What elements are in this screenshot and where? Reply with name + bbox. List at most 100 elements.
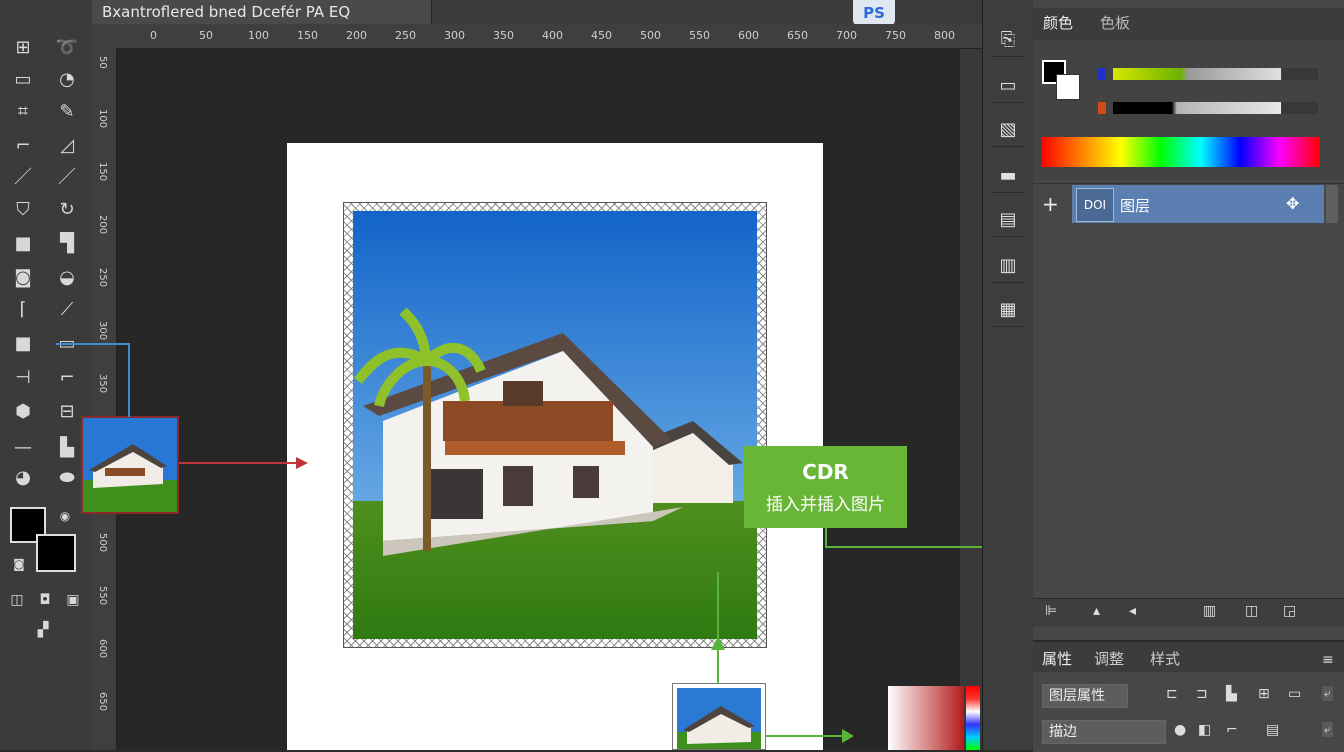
pen-icon[interactable]: ◿ bbox=[54, 134, 80, 158]
slice-icon[interactable]: ⌐ bbox=[10, 134, 36, 158]
fill-icon[interactable]: ▤ bbox=[1266, 722, 1279, 738]
layers-footer: ⊫ ▴ ◂ ▥ ◫ ◲ bbox=[1033, 598, 1344, 627]
tab-adjustments[interactable]: 调整 bbox=[1094, 648, 1124, 669]
color-slider-2[interactable] bbox=[1113, 102, 1281, 114]
stroke-style-icon[interactable]: ◧ bbox=[1198, 722, 1211, 738]
expand-icon-2[interactable]: ⤶ bbox=[1322, 722, 1333, 737]
vertical-scrollbar[interactable] bbox=[960, 49, 982, 750]
swap-colors-icon[interactable]: ◉ bbox=[52, 504, 78, 528]
link-layers-icon[interactable]: ⊫ bbox=[1045, 603, 1057, 619]
mask-icon[interactable]: ◂ bbox=[1129, 603, 1136, 619]
lasso-icon[interactable]: ➰ bbox=[54, 36, 80, 60]
property-field-2[interactable]: 描边 bbox=[1042, 720, 1166, 744]
align-left-icon[interactable]: ⊏ bbox=[1166, 686, 1178, 702]
pencil-icon[interactable]: ／ bbox=[54, 166, 80, 190]
callout-title: CDR bbox=[802, 460, 849, 484]
stamp-icon[interactable]: ⛉ bbox=[10, 198, 36, 222]
layer-options-icon[interactable]: ✥ bbox=[1286, 194, 1299, 213]
align-center-icon[interactable]: ⊐ bbox=[1196, 686, 1208, 702]
color-slider-1[interactable] bbox=[1113, 68, 1281, 80]
app-badge[interactable]: PS bbox=[853, 0, 895, 26]
green-arrow-up-head bbox=[711, 636, 725, 650]
document-tab[interactable]: Bxantroflered bned Dcefér PA EQ bbox=[92, 0, 432, 24]
layer-thumbnail[interactable]: DOI bbox=[1076, 188, 1114, 222]
source-thumbnail[interactable] bbox=[81, 416, 179, 514]
standard-mode-icon[interactable]: ◫ bbox=[4, 588, 30, 612]
panel-bg-swatch[interactable] bbox=[1056, 74, 1080, 100]
marquee-icon[interactable]: ▭ bbox=[10, 68, 36, 92]
transform-icon[interactable]: ▭ bbox=[1288, 686, 1301, 702]
tab-color[interactable]: 颜色 bbox=[1043, 12, 1073, 33]
layers-scrollbar[interactable] bbox=[1326, 185, 1338, 223]
shape-icon[interactable]: ■ bbox=[10, 332, 36, 356]
magic-wand-icon[interactable]: ◔ bbox=[54, 68, 80, 92]
note-icon[interactable]: ▙ bbox=[54, 436, 80, 460]
zoom-icon[interactable]: ⌐ bbox=[54, 366, 80, 390]
hand-icon[interactable]: ⊣ bbox=[10, 366, 36, 390]
layers-panel bbox=[1033, 183, 1344, 599]
ruler-left-tick: 50 bbox=[97, 56, 108, 69]
align-right-icon[interactable]: ▙ bbox=[1226, 686, 1237, 702]
group-icon[interactable]: ◫ bbox=[1245, 603, 1258, 619]
dot-icon[interactable]: ● bbox=[1174, 722, 1186, 738]
count-icon[interactable]: ⬬ bbox=[54, 466, 80, 490]
gradient-icon[interactable]: ▜ bbox=[54, 232, 80, 256]
panel-menu-icon[interactable]: ≡ bbox=[1322, 652, 1334, 668]
delete-layer-icon[interactable]: ◲ bbox=[1283, 603, 1296, 619]
screen-mode-toggle-icon[interactable]: ▞ bbox=[30, 618, 56, 642]
color-slider-1-value[interactable] bbox=[1282, 68, 1318, 80]
default-colors-icon[interactable]: ◙ bbox=[6, 552, 32, 576]
frame-icon[interactable]: ⊟ bbox=[54, 400, 80, 424]
properties-panel-icon[interactable]: ▧ bbox=[991, 112, 1025, 147]
tools-panel: ⊞ ➰ ▭ ◔ ⌗ ✎ ⌐ ◿ ／ ／ ⛉ ↻ ■ ▜ ◙ ◒ ⌈ ⟋ ■ ▭ … bbox=[0, 0, 93, 750]
distribute-icon[interactable]: ⊞ bbox=[1258, 686, 1270, 702]
color-spectrum[interactable] bbox=[1041, 137, 1320, 167]
move-icon[interactable]: ⊞ bbox=[10, 36, 36, 60]
color-picker-hue-slider[interactable] bbox=[966, 686, 980, 750]
eyedropper-icon[interactable]: ✎ bbox=[54, 100, 80, 124]
brush-icon[interactable]: ／ bbox=[10, 166, 36, 190]
type-icon[interactable]: ⟋ bbox=[54, 298, 80, 322]
red-arrow-line bbox=[179, 462, 299, 464]
eraser-icon[interactable]: ■ bbox=[10, 232, 36, 256]
character-panel-icon[interactable]: ▤ bbox=[991, 202, 1025, 237]
tab-styles[interactable]: 样式 bbox=[1150, 648, 1180, 669]
bracket-icon[interactable]: ⌐ bbox=[1226, 722, 1238, 738]
green-arrow-bottom-head bbox=[842, 729, 854, 743]
property-field-1[interactable]: 图层属性 bbox=[1042, 684, 1128, 708]
brush-panel-icon[interactable]: ▦ bbox=[991, 292, 1025, 327]
color-panel-tabs bbox=[1033, 8, 1344, 40]
ruler-left-tick: 650 bbox=[97, 692, 108, 712]
house-photo[interactable] bbox=[353, 211, 757, 639]
layer-name[interactable]: 图层 bbox=[1120, 195, 1150, 216]
screen-mode-icon[interactable]: ▣ bbox=[60, 588, 86, 612]
background-color-swatch[interactable] bbox=[36, 534, 76, 572]
paragraph-panel-icon[interactable]: ▥ bbox=[991, 248, 1025, 283]
quick-mask-icon[interactable]: ◘ bbox=[32, 588, 58, 612]
dodge-icon[interactable]: ◒ bbox=[54, 266, 80, 290]
blur-icon[interactable]: ◙ bbox=[10, 266, 36, 290]
result-thumbnail[interactable] bbox=[672, 683, 766, 750]
color-picker-field[interactable] bbox=[888, 686, 964, 750]
color-slider-2-value[interactable] bbox=[1282, 102, 1318, 114]
ruler-left-tick: 350 bbox=[97, 374, 108, 394]
line-icon[interactable]: — bbox=[10, 436, 36, 460]
color-slider-1-marker bbox=[1098, 68, 1106, 80]
rotate-icon[interactable]: ◕ bbox=[10, 466, 36, 490]
tab-swatches[interactable]: 色板 bbox=[1100, 12, 1130, 33]
actions-panel-icon[interactable]: ▭ bbox=[991, 68, 1025, 103]
expand-icon[interactable]: ⤶ bbox=[1322, 686, 1333, 701]
ruler-top-tick: 450 bbox=[591, 29, 612, 42]
info-panel-icon[interactable]: ▬ bbox=[991, 158, 1025, 193]
layer-style-icon[interactable]: ▴ bbox=[1093, 603, 1100, 619]
path-icon[interactable]: ⌈ bbox=[10, 298, 36, 322]
history-brush-icon[interactable]: ↻ bbox=[54, 198, 80, 222]
3d-icon[interactable]: ⬢ bbox=[10, 400, 36, 424]
tab-properties[interactable]: 属性 bbox=[1042, 648, 1072, 669]
adjustment-icon[interactable]: ▥ bbox=[1203, 603, 1216, 619]
history-panel-icon[interactable]: ⎘ bbox=[991, 22, 1025, 57]
crop-icon[interactable]: ⌗ bbox=[10, 100, 36, 124]
ruler-left-tick: 200 bbox=[97, 215, 108, 235]
add-layer-button[interactable]: + bbox=[1042, 192, 1059, 216]
red-arrow-head bbox=[296, 457, 308, 469]
